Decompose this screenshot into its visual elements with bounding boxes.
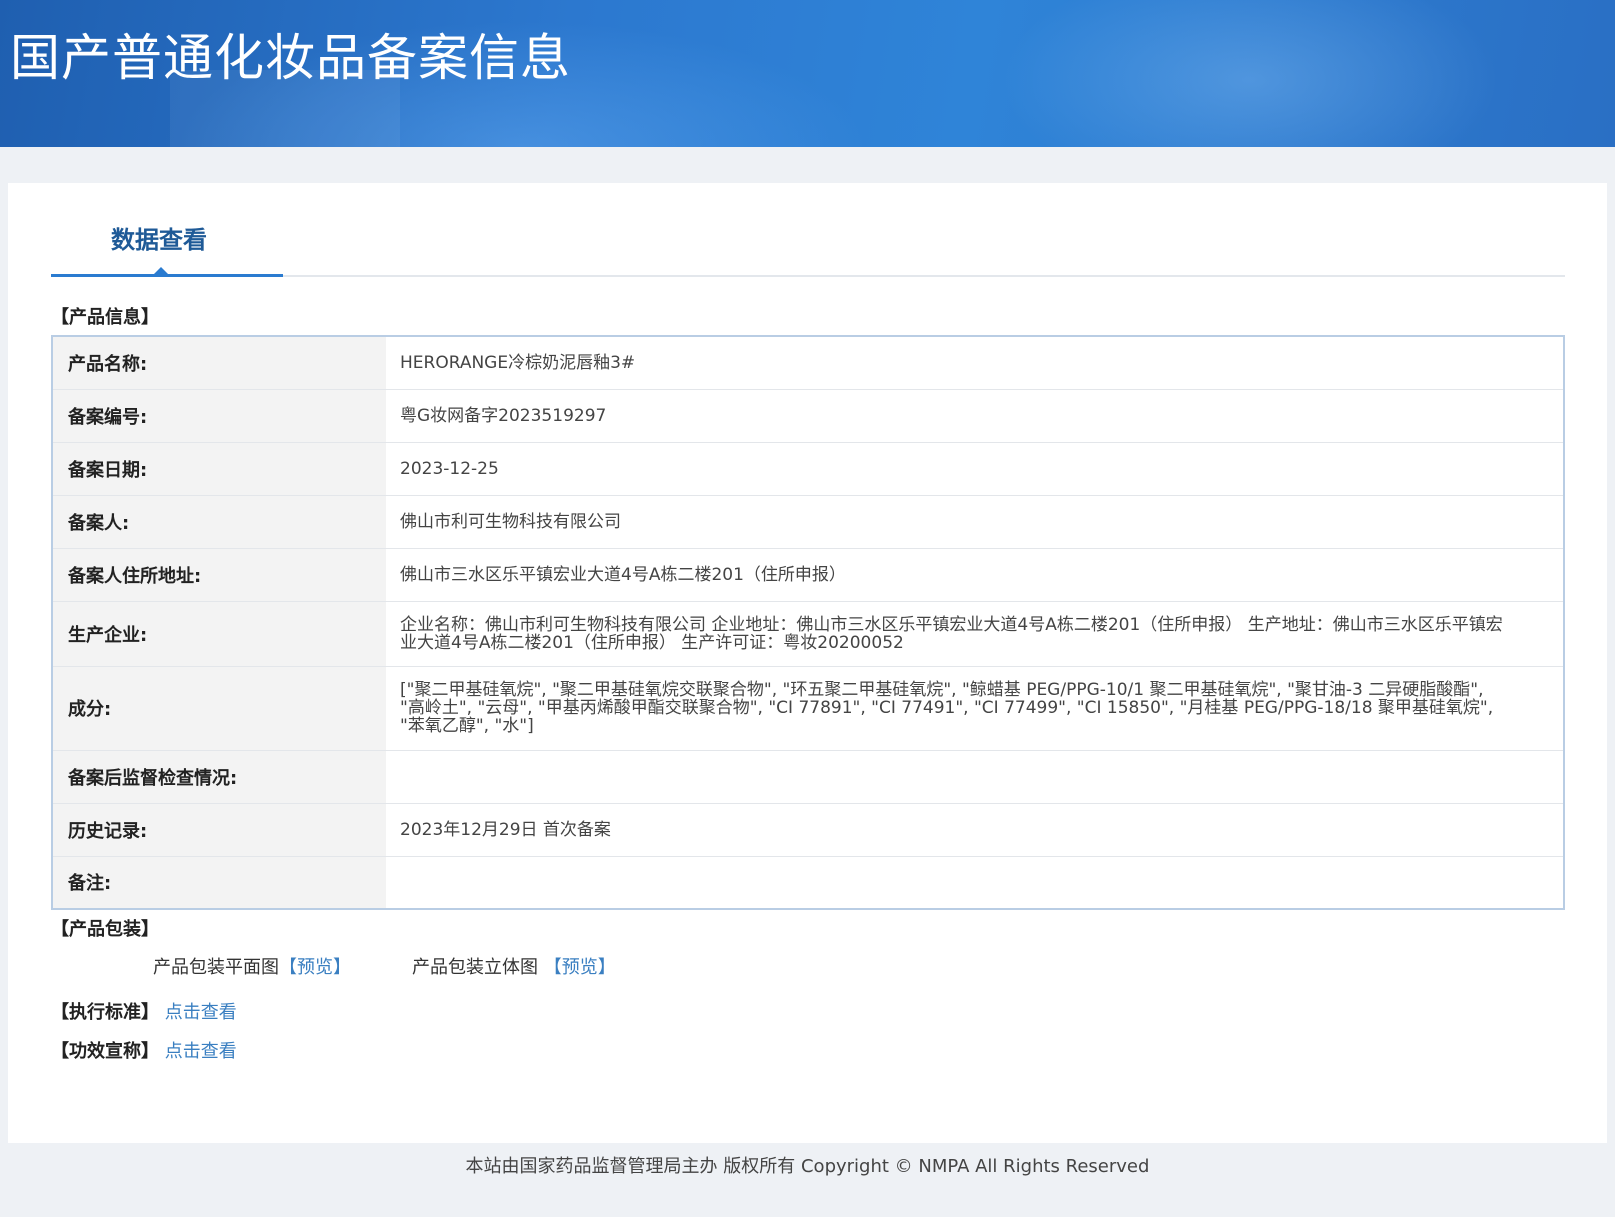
field-label: 备案后监督检查情况:: [52, 750, 386, 804]
field-label: 生产企业:: [52, 601, 386, 667]
field-value: 佛山市利可生物科技有限公司: [386, 495, 1564, 549]
tab-label: 数据查看: [111, 226, 207, 254]
table-row: 备案编号: 粤G妆网备字2023519297: [52, 389, 1564, 443]
field-label: 备案编号:: [52, 389, 386, 443]
page-title: 国产普通化妆品备案信息: [10, 29, 571, 87]
product-info-title: 【产品信息】: [51, 307, 159, 328]
package-solid-label: 产品包装立体图: [412, 957, 538, 978]
package-flat-row: 产品包装平面图【预览】: [153, 953, 351, 979]
standard-view-link[interactable]: 点击查看: [165, 1002, 237, 1023]
field-value: 2023年12月29日 首次备案: [386, 803, 1564, 857]
tab-indicator-caret: [153, 267, 169, 275]
field-value: 粤G妆网备字2023519297: [386, 389, 1564, 443]
header-banner: 国产普通化妆品备案信息: [0, 0, 1615, 147]
tab-bar: 数据查看: [51, 183, 1565, 277]
field-label: 备案日期:: [52, 442, 386, 496]
table-row: 备注:: [52, 856, 1564, 910]
field-value: [386, 856, 1564, 910]
standard-row: 【执行标准】 点击查看: [51, 998, 237, 1024]
tab-data-view[interactable]: 数据查看: [51, 183, 283, 277]
package-flat-label: 产品包装平面图: [153, 957, 279, 978]
field-value: 企业名称：佛山市利可生物科技有限公司 企业地址：佛山市三水区乐平镇宏业大道4号A…: [386, 601, 1564, 667]
field-label: 历史记录:: [52, 803, 386, 857]
field-label: 备案人住所地址:: [52, 548, 386, 602]
table-row: 产品名称: HERORANGE冷棕奶泥唇釉3#: [52, 336, 1564, 390]
table-row: 备案日期: 2023-12-25: [52, 442, 1564, 496]
field-label: 产品名称:: [52, 336, 386, 390]
standard-title: 【执行标准】: [51, 1002, 159, 1023]
package-solid-row: 产品包装立体图 【预览】: [412, 953, 616, 979]
table-row: 备案人住所地址: 佛山市三水区乐平镇宏业大道4号A栋二楼201（住所申报）: [52, 548, 1564, 602]
field-value: [386, 750, 1564, 804]
packaging-title: 【产品包装】: [51, 919, 159, 940]
table-row: 备案人: 佛山市利可生物科技有限公司: [52, 495, 1564, 549]
table-row: 备案后监督检查情况:: [52, 750, 1564, 804]
table-row: 生产企业: 企业名称：佛山市利可生物科技有限公司 企业地址：佛山市三水区乐平镇宏业…: [52, 601, 1564, 667]
efficacy-row: 【功效宣称】 点击查看: [51, 1037, 237, 1063]
field-label: 备注:: [52, 856, 386, 910]
package-solid-preview-link[interactable]: 【预览】: [544, 957, 616, 978]
field-value: 佛山市三水区乐平镇宏业大道4号A栋二楼201（住所申报）: [386, 548, 1564, 602]
efficacy-view-link[interactable]: 点击查看: [165, 1041, 237, 1062]
field-value: 2023-12-25: [386, 442, 1564, 496]
field-value: ["聚二甲基硅氧烷", "聚二甲基硅氧烷交联聚合物", "环五聚二甲基硅氧烷",…: [386, 666, 1564, 751]
field-label: 成分:: [52, 666, 386, 751]
table-row: 历史记录: 2023年12月29日 首次备案: [52, 803, 1564, 857]
efficacy-title: 【功效宣称】: [51, 1041, 159, 1062]
package-flat-preview-link[interactable]: 【预览】: [279, 957, 351, 978]
table-row: 成分: ["聚二甲基硅氧烷", "聚二甲基硅氧烷交联聚合物", "环五聚二甲基硅氧…: [52, 666, 1564, 751]
banner-decoration: [1000, 0, 1500, 147]
field-label: 备案人:: [52, 495, 386, 549]
footer-copyright: 本站由国家药品监督管理局主办 版权所有 Copyright © NMPA All…: [465, 1156, 1150, 1177]
content-card: 数据查看 【产品信息】 产品名称: HERORANGE冷棕奶泥唇釉3# 备案编号: 粤…: [8, 183, 1607, 1143]
product-info-table: 产品名称: HERORANGE冷棕奶泥唇釉3# 备案编号: 粤G妆网备字2023519…: [51, 335, 1565, 910]
field-value: HERORANGE冷棕奶泥唇釉3#: [386, 336, 1564, 390]
